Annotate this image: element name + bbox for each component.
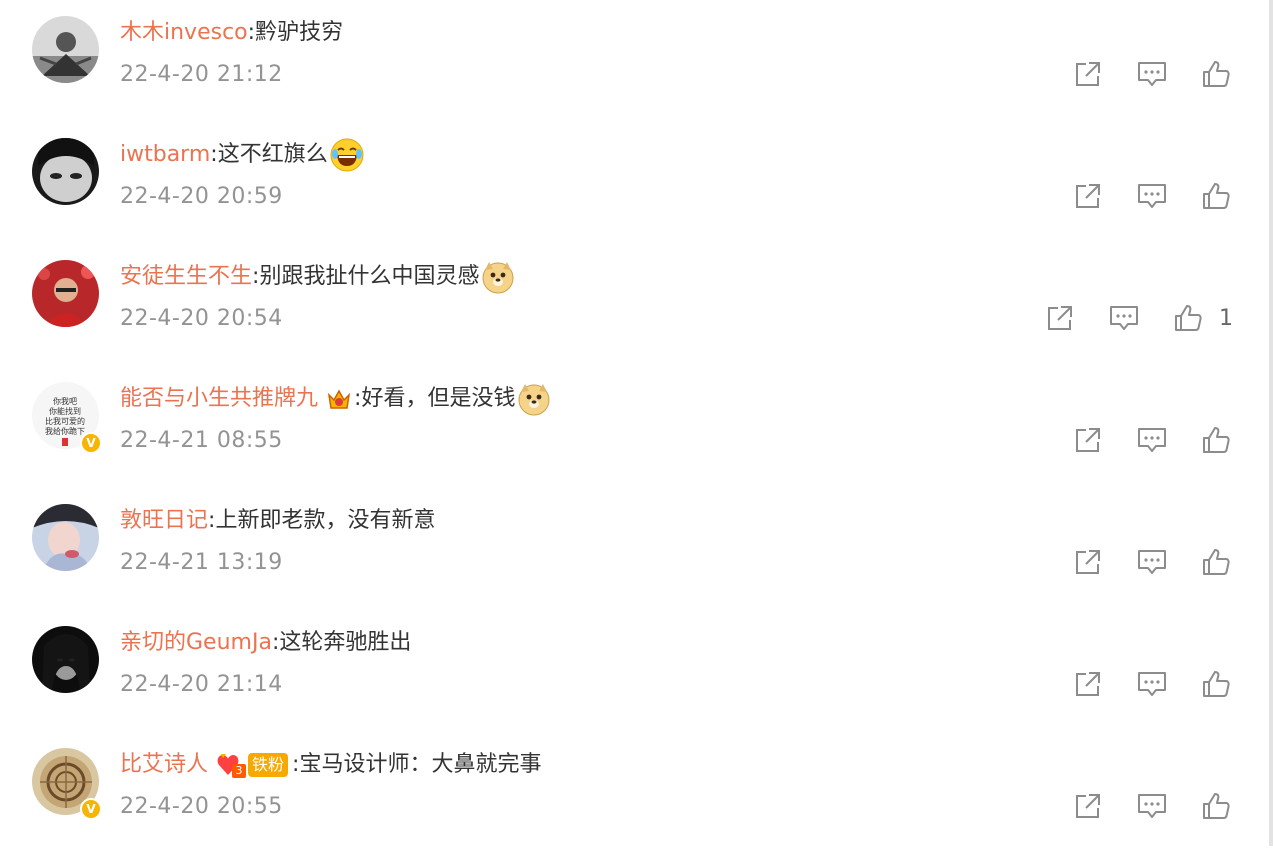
comment-button[interactable] xyxy=(1135,545,1169,579)
share-button[interactable] xyxy=(1043,301,1077,335)
share-icon xyxy=(1076,184,1100,208)
like-button[interactable] xyxy=(1199,667,1233,701)
like-button[interactable] xyxy=(1199,57,1233,91)
avatar[interactable] xyxy=(32,138,99,205)
separator: : xyxy=(271,630,280,655)
comment-item: 敦旺日记: 上新即老款，没有新意 22-4-21 13:19 xyxy=(0,488,1273,610)
comment-icon xyxy=(1138,428,1166,452)
like-button[interactable] xyxy=(1199,789,1233,823)
separator: : xyxy=(247,20,256,45)
comment-button[interactable] xyxy=(1135,423,1169,457)
share-button[interactable] xyxy=(1071,545,1105,579)
like-button[interactable] xyxy=(1199,179,1233,213)
share-icon xyxy=(1076,550,1100,574)
comment-time: 22-4-21 13:19 xyxy=(120,550,283,575)
comment-icon xyxy=(1110,306,1138,330)
comment-text: 这轮奔驰胜出 xyxy=(279,630,412,655)
comment-time: 22-4-20 20:55 xyxy=(120,794,283,819)
share-icon xyxy=(1076,794,1100,818)
share-button[interactable] xyxy=(1071,789,1105,823)
like-button[interactable] xyxy=(1199,423,1233,457)
comment-button[interactable] xyxy=(1135,789,1169,823)
svg-text:你我吧: 你我吧 xyxy=(53,396,77,406)
username-link[interactable]: 木木invesco xyxy=(120,16,248,50)
comment-text: 宝马设计师：大鼻就完事 xyxy=(299,752,542,777)
svg-text:比我可爱的: 比我可爱的 xyxy=(45,416,85,426)
like-icon xyxy=(1203,671,1230,697)
share-button[interactable] xyxy=(1071,423,1105,457)
comment-text: 这不红旗么 xyxy=(217,142,328,167)
username-link[interactable]: 比艾诗人 xyxy=(120,748,208,782)
svg-text:你能找到: 你能找到 xyxy=(49,406,81,416)
comment-time: 22-4-20 21:12 xyxy=(120,62,283,87)
laugh-cry-emoji-icon xyxy=(330,138,364,172)
comment-button[interactable] xyxy=(1107,301,1141,335)
like-icon xyxy=(1175,305,1202,331)
like-button[interactable] xyxy=(1199,545,1233,579)
svg-text:我给你跪下: 我给你跪下 xyxy=(45,426,85,436)
separator: : xyxy=(252,264,260,289)
like-icon xyxy=(1203,549,1230,575)
avatar[interactable] xyxy=(32,504,99,571)
comment-item: 安徒生生不生: 别跟我扯什么中国灵感 22-4-20 20:54 1 xyxy=(0,244,1273,366)
comment-icon xyxy=(1138,184,1166,208)
fan-badge: 3 铁粉 xyxy=(216,752,292,778)
separator: : xyxy=(208,508,216,533)
avatar[interactable] xyxy=(32,16,99,83)
comment-icon xyxy=(1138,550,1166,574)
comment-icon xyxy=(1138,794,1166,818)
comment-item: V 比艾诗人 3 铁粉 : 宝马设计师：大鼻就完事 22-4-20 20:55 xyxy=(0,732,1273,854)
like-button[interactable] xyxy=(1171,301,1205,335)
comment-text: 上新即老款，没有新意 xyxy=(215,508,436,533)
share-icon xyxy=(1076,428,1100,452)
comment-icon xyxy=(1138,62,1166,86)
share-button[interactable] xyxy=(1071,179,1105,213)
comment-time: 22-4-20 21:14 xyxy=(120,672,283,697)
comment-button[interactable] xyxy=(1135,179,1169,213)
comment-item: 亲切的GeumJa: 这轮奔驰胜出 22-4-20 21:14 xyxy=(0,610,1273,732)
like-icon xyxy=(1203,427,1230,453)
share-button[interactable] xyxy=(1071,57,1105,91)
comment-text: 别跟我扯什么中国灵感 xyxy=(259,264,480,289)
crown-icon xyxy=(327,389,351,409)
like-icon xyxy=(1203,61,1230,87)
verified-badge: V xyxy=(80,432,102,454)
comment-time: 22-4-21 08:55 xyxy=(120,428,283,453)
avatar[interactable] xyxy=(32,626,99,693)
like-count: 1 xyxy=(1219,305,1233,331)
username-link[interactable]: 安徒生生不生 xyxy=(120,260,252,294)
share-icon xyxy=(1048,306,1072,330)
username-link[interactable]: iwtbarm xyxy=(120,138,210,172)
fan-level: 3 xyxy=(232,764,247,778)
like-icon xyxy=(1203,793,1230,819)
share-icon xyxy=(1076,672,1100,696)
username-link[interactable]: 敦旺日记 xyxy=(120,504,208,538)
share-button[interactable] xyxy=(1071,667,1105,701)
comment-text: 好看，但是没钱 xyxy=(361,386,516,411)
comment-item: 木木invesco: 黔驴技穷 22-4-20 21:12 xyxy=(0,0,1273,122)
doge-emoji-icon xyxy=(482,262,514,294)
comment-item: 你我吧 你能找到 比我可爱的 我给你跪下 V 能否与小生共推牌九 : 好看，但是没… xyxy=(0,366,1273,488)
separator: : xyxy=(292,752,300,777)
comment-text: 黔驴技穷 xyxy=(255,20,344,45)
username-link[interactable]: 能否与小生共推牌九 xyxy=(120,382,318,416)
comment-time: 22-4-20 20:59 xyxy=(120,184,283,209)
avatar[interactable] xyxy=(32,260,99,327)
like-icon xyxy=(1203,183,1230,209)
comment-time: 22-4-20 20:54 xyxy=(120,306,283,331)
verified-badge: V xyxy=(80,798,102,820)
username-link[interactable]: 亲切的GeumJa xyxy=(120,626,272,660)
doge-emoji-icon xyxy=(518,384,550,416)
comment-item: iwtbarm: 这不红旗么 22-4-20 20:59 xyxy=(0,122,1273,244)
separator: : xyxy=(354,386,362,411)
separator: : xyxy=(210,142,218,167)
comment-icon xyxy=(1138,672,1166,696)
share-icon xyxy=(1076,62,1100,86)
comment-button[interactable] xyxy=(1135,57,1169,91)
comment-button[interactable] xyxy=(1135,667,1169,701)
fan-label: 铁粉 xyxy=(248,753,289,777)
